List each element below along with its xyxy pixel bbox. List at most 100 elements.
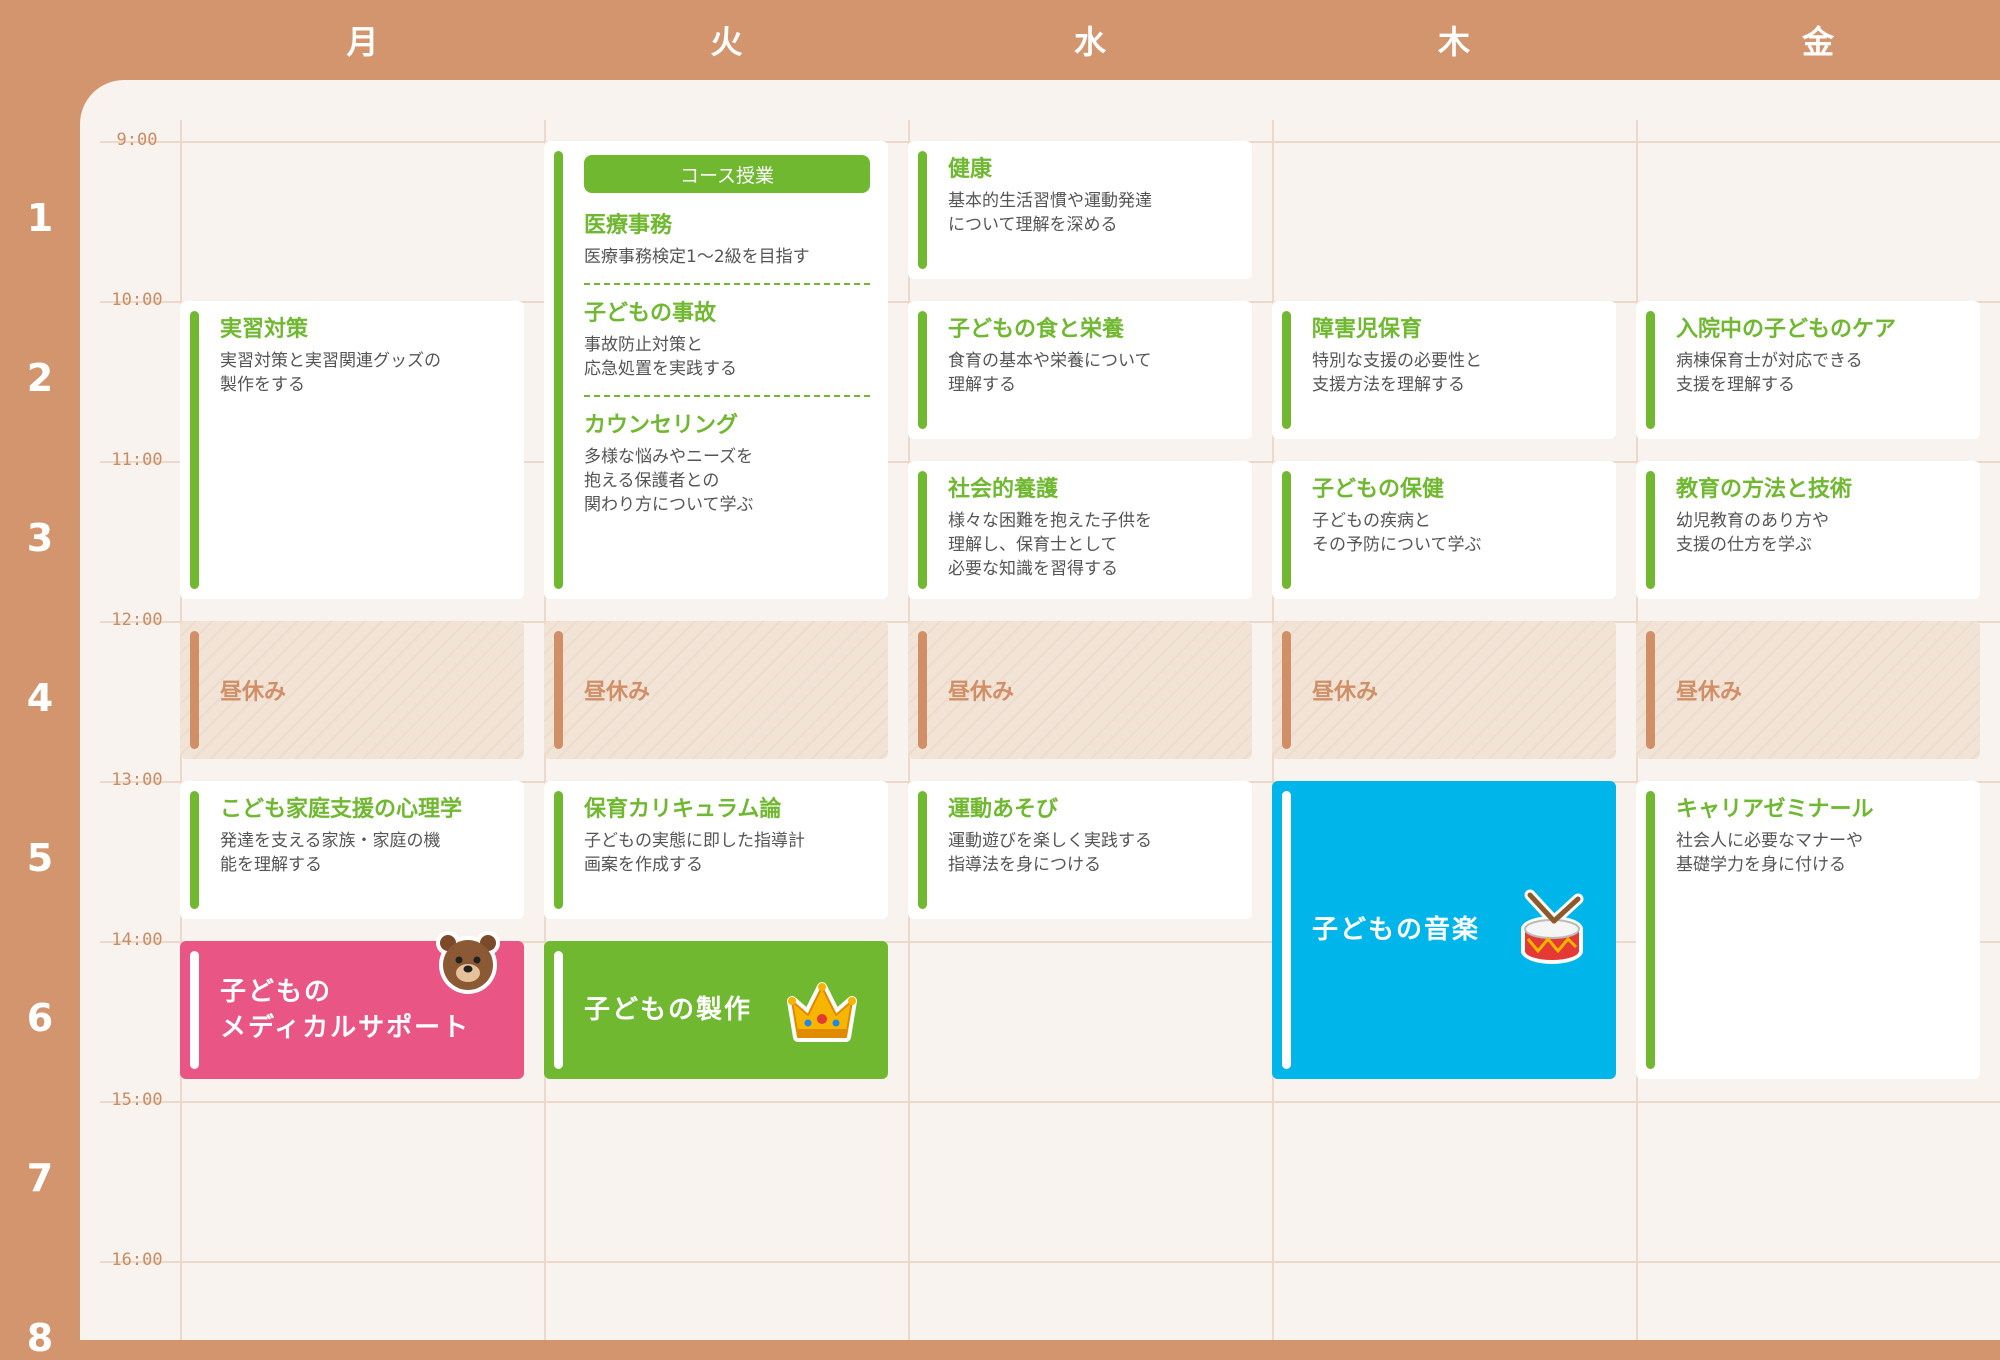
class-description: 医療事務検定1～2級を目指す [584, 247, 810, 267]
day-header-thu: 木 [1437, 23, 1470, 61]
time-label: 10:00 [111, 290, 163, 310]
time-label: 13:00 [111, 770, 163, 790]
feature-card-crafts[interactable]: 子どもの製作 [544, 941, 888, 1079]
accent-bar [554, 951, 563, 1069]
class-title: 医療事務 [584, 213, 673, 238]
class-card-thu-child-health[interactable]: 子どもの保健 子どもの疾病と その予防について学ぶ [1272, 461, 1616, 599]
class-card-wed-exercise-play[interactable]: 運動あそび 運動遊びを楽しく実践する 指導法を身につける [908, 781, 1252, 919]
crown-icon [787, 982, 857, 1042]
lunch-label: 昼休み [584, 680, 651, 705]
feature-title: 子どもの音楽 [1312, 915, 1481, 945]
accent-bar [554, 791, 563, 909]
class-title: キャリアゼミナール [1676, 797, 1874, 822]
lunch-break-fri: 昼休み [1636, 621, 1980, 759]
course-item-accidents: 子どもの事故 事故防止対策と 応急処置を実践する [584, 299, 870, 381]
lunch-label: 昼休み [1312, 680, 1379, 705]
class-description: 子どもの実態に即した指導計 画案を作成する [584, 831, 805, 875]
period-number: 5 [26, 836, 54, 880]
class-title: 運動あそび [948, 797, 1059, 822]
accent-bar [554, 631, 563, 749]
course-item-medical-office: 医療事務 医療事務検定1～2級を目指す [584, 211, 870, 269]
time-label: 9:00 [116, 130, 158, 150]
period-number: 6 [26, 996, 54, 1040]
feature-card-music[interactable]: 子どもの音楽 [1272, 781, 1616, 1079]
class-title: 健康 [948, 157, 993, 182]
class-description: 特別な支援の必要性と 支援方法を理解する [1312, 351, 1482, 395]
class-card-fri-hospital-care[interactable]: 入院中の子どものケア 病棟保育士が対応できる 支援を理解する [1636, 301, 1980, 439]
lunch-label: 昼休み [1676, 680, 1743, 705]
period-number: 4 [26, 676, 54, 720]
class-title: 障害児保育 [1312, 317, 1423, 342]
lunch-break-wed: 昼休み [908, 621, 1252, 759]
class-description: 発達を支える家族・家庭の機 能を理解する [220, 831, 441, 875]
drum-icon [1521, 889, 1584, 964]
class-card-fri-teaching-methods[interactable]: 教育の方法と技術 幼児教育のあり方や 支援の仕方を学ぶ [1636, 461, 1980, 599]
class-card-wed-social-care[interactable]: 社会的養護 様々な困難を抱えた子供を 理解し、保育士として 必要な知識を習得する [908, 461, 1252, 599]
class-title: 社会的養護 [948, 477, 1059, 502]
class-title: 保育カリキュラム論 [584, 797, 782, 822]
accent-bar [1646, 311, 1655, 429]
accent-bar [1282, 791, 1291, 1069]
class-card-wed-health[interactable]: 健康 基本的生活習慣や運動発達 について理解を深める [908, 141, 1252, 279]
accent-bar [918, 791, 927, 909]
dashed-divider [584, 283, 870, 285]
lunch-label: 昼休み [220, 680, 287, 705]
lunch-break-tue: 昼休み [544, 621, 888, 759]
accent-bar [1646, 791, 1655, 1069]
class-title: 子どもの事故 [584, 301, 717, 326]
accent-bar [190, 311, 199, 589]
class-description: 運動遊びを楽しく実践する 指導法を身につける [948, 831, 1152, 875]
class-title: 教育の方法と技術 [1676, 477, 1853, 502]
period-number: 7 [26, 1156, 54, 1200]
class-card-mon-practice[interactable]: 実習対策 実習対策と実習関連グッズの 製作をする [180, 301, 524, 599]
class-card-tue-course[interactable]: コース授業 医療事務 医療事務検定1～2級を目指す 子どもの事故 事故防止対策と… [544, 141, 888, 599]
time-label: 14:00 [111, 930, 163, 950]
period-number: 2 [26, 356, 54, 400]
accent-bar [190, 791, 199, 909]
class-title: 子どもの保健 [1312, 477, 1445, 502]
accent-bar [918, 311, 927, 429]
class-card-tue-curriculum[interactable]: 保育カリキュラム論 子どもの実態に即した指導計 画案を作成する [544, 781, 888, 919]
day-header-wed: 水 [1073, 23, 1106, 61]
time-label: 16:00 [111, 1250, 163, 1270]
period-number: 3 [26, 516, 54, 560]
class-title: カウンセリング [584, 413, 739, 438]
time-label: 15:00 [111, 1090, 163, 1110]
class-description: 実習対策と実習関連グッズの 製作をする [220, 351, 441, 395]
class-card-fri-career-seminar[interactable]: キャリアゼミナール 社会人に必要なマナーや 基礎学力を身に付ける [1636, 781, 1980, 1079]
accent-bar [554, 151, 563, 589]
accent-bar [1646, 471, 1655, 589]
grid-line [100, 1261, 2000, 1263]
day-header-fri: 金 [1801, 23, 1834, 61]
class-description: 子どもの疾病と その予防について学ぶ [1312, 511, 1482, 555]
dashed-divider [584, 395, 870, 397]
class-description: 幼児教育のあり方や 支援の仕方を学ぶ [1676, 511, 1829, 555]
accent-bar [190, 951, 199, 1069]
class-description: 基本的生活習慣や運動発達 について理解を深める [948, 191, 1152, 235]
accent-bar [918, 151, 927, 269]
accent-bar [1282, 631, 1291, 749]
timetable-board: 9:00 10:00 11:00 12:00 13:00 14:00 15:00… [80, 80, 2000, 1340]
accent-bar [918, 631, 927, 749]
time-label: 11:00 [111, 450, 163, 470]
feature-title: 子どもの メディカルサポート [220, 977, 471, 1043]
class-card-mon-psychology[interactable]: こども家庭支援の心理学 発達を支える家族・家庭の機 能を理解する [180, 781, 524, 919]
feature-title: 子どもの製作 [584, 995, 753, 1025]
class-description: 病棟保育士が対応できる 支援を理解する [1676, 351, 1863, 395]
time-label: 12:00 [111, 610, 163, 630]
class-description: 社会人に必要なマナーや 基礎学力を身に付ける [1676, 831, 1863, 875]
class-description: 事故防止対策と 応急処置を実践する [584, 335, 737, 379]
period-number: 8 [26, 1316, 54, 1360]
class-description: 食育の基本や栄養について 理解する [948, 351, 1152, 395]
course-item-counseling: カウンセリング 多様な悩みやニーズを 抱える保護者との 関わり方について学ぶ [584, 411, 870, 517]
feature-card-medical-support[interactable]: 子どもの メディカルサポート [180, 931, 524, 1079]
day-header-tue: 火 [710, 23, 743, 61]
class-card-wed-nutrition[interactable]: 子どもの食と栄養 食育の基本や栄養について 理解する [908, 301, 1252, 439]
accent-bar [190, 631, 199, 749]
class-card-thu-disability-care[interactable]: 障害児保育 特別な支援の必要性と 支援方法を理解する [1272, 301, 1616, 439]
accent-bar [1282, 471, 1291, 589]
day-header-mon: 月 [346, 23, 379, 61]
course-badge: コース授業 [584, 155, 870, 193]
bear-icon [436, 931, 500, 994]
accent-bar [918, 471, 927, 589]
